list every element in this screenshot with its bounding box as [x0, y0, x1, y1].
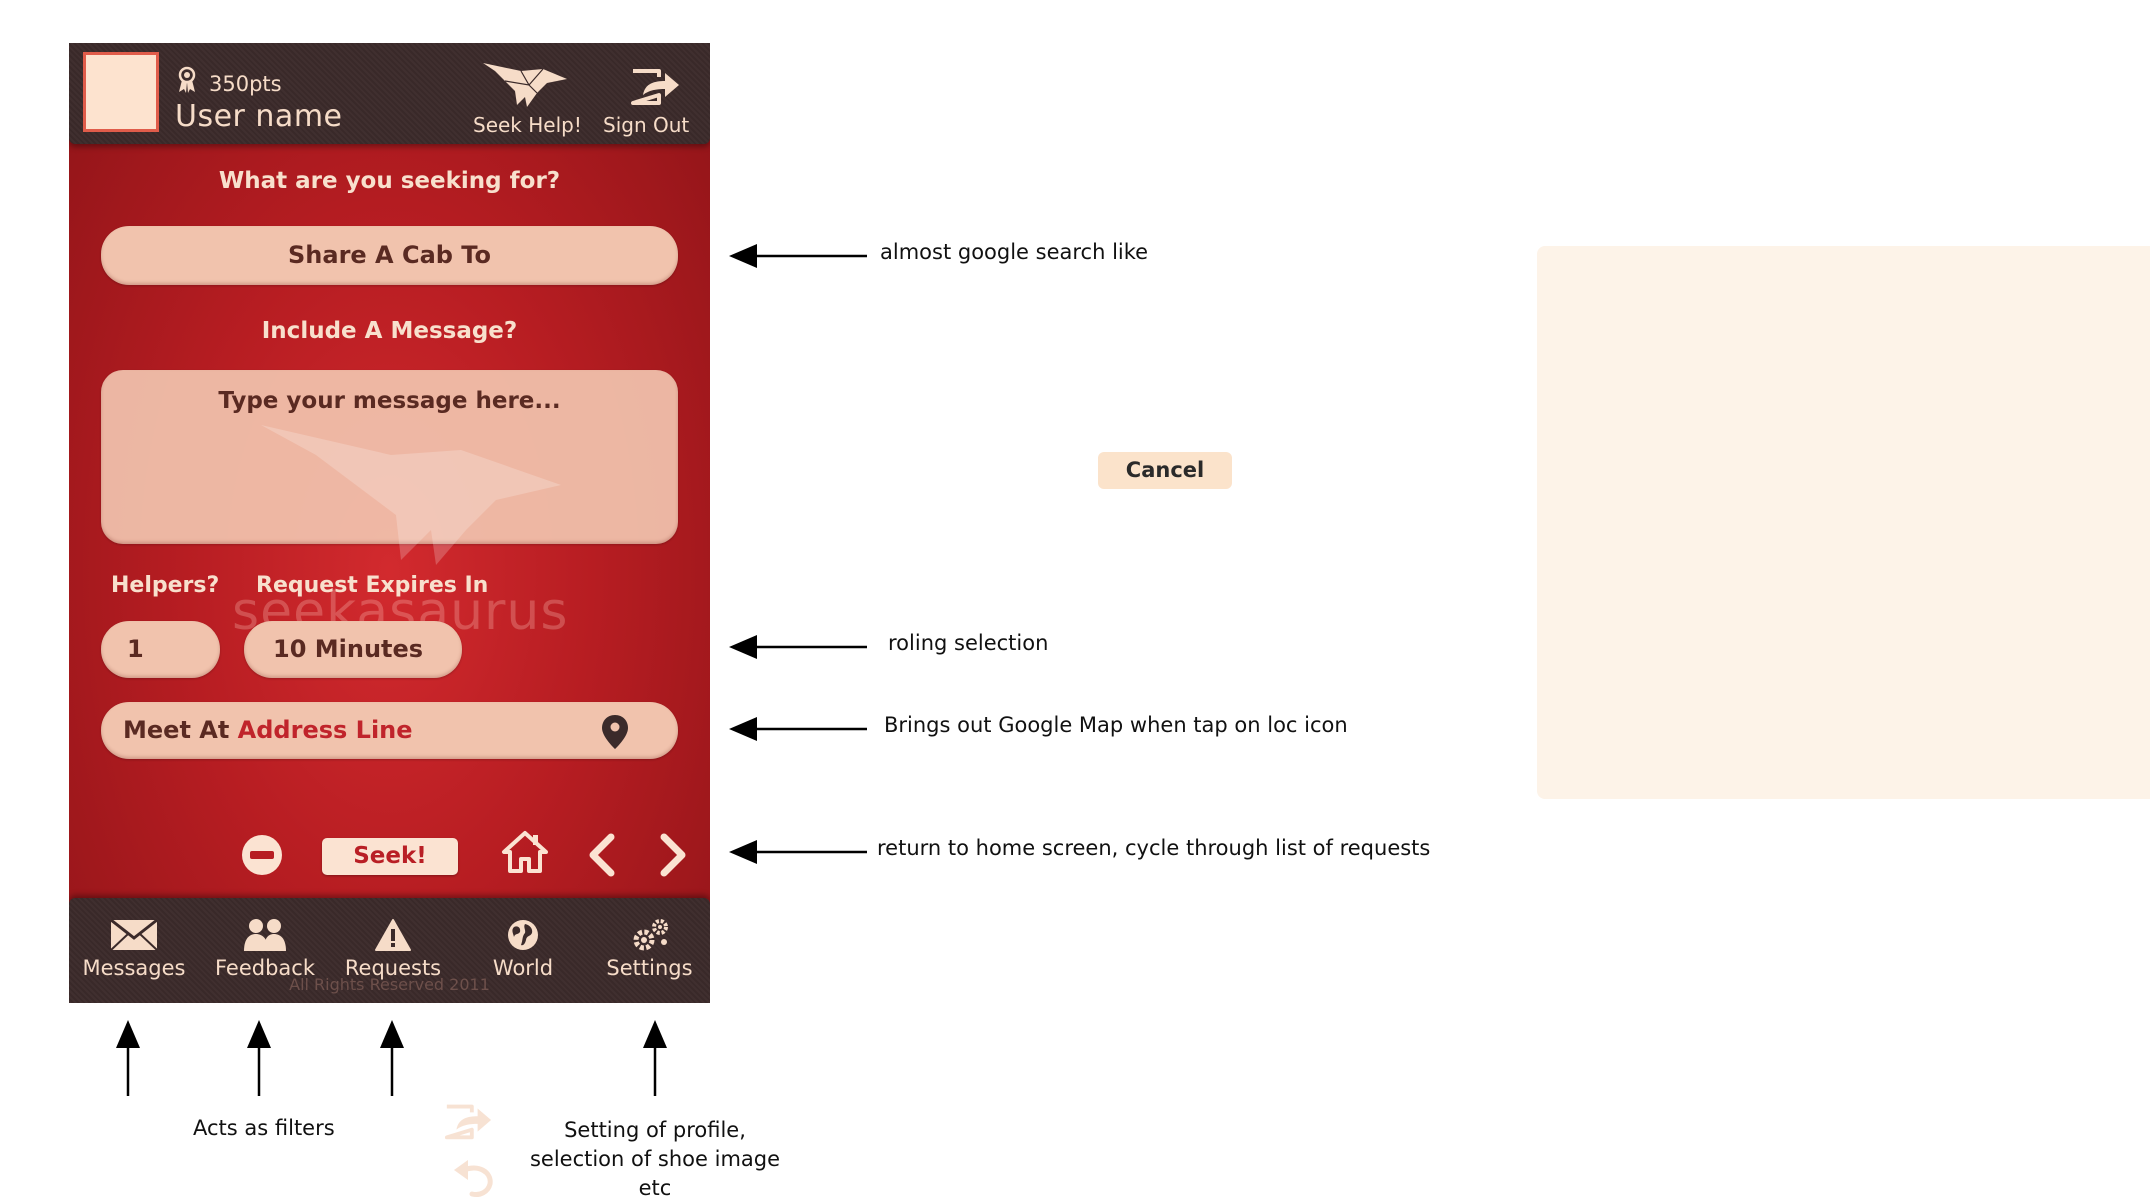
people-icon	[244, 919, 286, 951]
share-icon	[444, 1104, 492, 1140]
expires-selector[interactable]: 10 Minutes	[244, 621, 462, 678]
globe-icon	[508, 920, 538, 950]
annotation-settings-line2: selection of shoe image etc	[529, 1147, 781, 1200]
annotation-nav: return to home screen, cycle through lis…	[877, 836, 1431, 860]
annotation-map: Brings out Google Map when tap on loc ic…	[884, 713, 1348, 737]
location-pin-icon[interactable]	[601, 714, 629, 750]
copyright-text: All Rights Reserved 2011	[289, 975, 490, 994]
sign-out-icon[interactable]	[629, 65, 681, 107]
annotation-rolling: roling selection	[888, 631, 1049, 655]
meet-at-field[interactable]: Meet At Address Line	[101, 702, 678, 759]
annotation-search: almost google search like	[880, 240, 1149, 264]
watermark-bird-icon	[261, 425, 561, 565]
previous-request-icon[interactable]	[585, 832, 617, 878]
avatar[interactable]	[83, 52, 159, 132]
seek-input[interactable]: Share A Cab To	[101, 226, 678, 285]
helpers-label: Helpers?	[111, 573, 220, 598]
award-icon	[178, 66, 196, 93]
envelope-icon	[110, 918, 158, 951]
side-panel	[1537, 246, 2150, 799]
username: User name	[175, 99, 343, 134]
home-icon[interactable]	[501, 830, 549, 874]
sign-out-button[interactable]: Sign Out	[603, 113, 689, 137]
annotation-arrow-settings	[643, 1020, 667, 1096]
top-bar: 350pts User name Seek Help! Sign Out	[69, 43, 710, 144]
undo-icon	[454, 1160, 493, 1197]
cancel-button[interactable]: Cancel	[1098, 452, 1232, 489]
helpers-selector[interactable]: 1	[101, 621, 220, 678]
bottom-tab-bar: Messages Feedback Requests World Setting…	[69, 898, 710, 1003]
annotation-arrow-messages	[116, 1020, 140, 1096]
expires-label: Request Expires In	[256, 573, 489, 598]
seek-help-button[interactable]: Seek Help!	[473, 113, 582, 137]
annotation-arrow-nav	[729, 840, 867, 864]
next-request-icon[interactable]	[658, 832, 690, 878]
meet-at-prefix: Meet At	[123, 716, 230, 744]
seekasaurus-bird-icon[interactable]	[481, 57, 569, 113]
gears-icon	[633, 919, 668, 951]
annotation-arrow-requests	[380, 1020, 404, 1096]
annotation-arrow-search	[729, 244, 867, 268]
message-question-label: Include A Message?	[261, 318, 518, 344]
warning-icon	[375, 919, 411, 951]
phone-screen: seekasaurus 350pts User name Seek Help! …	[69, 43, 710, 1003]
message-textarea[interactable]: Type your message here...	[101, 370, 678, 565]
points-badge: 350pts	[209, 72, 282, 96]
annotation-arrow-rolling	[729, 635, 867, 659]
annotation-arrow-map	[729, 717, 867, 741]
annotation-arrow-feedback	[247, 1020, 271, 1096]
annotation-settings: Setting of profile, selection of shoe im…	[517, 1116, 793, 1203]
annotation-settings-line1: Setting of profile,	[564, 1118, 746, 1142]
meet-at-address: Address Line	[237, 716, 413, 744]
annotation-filters: Acts as filters	[193, 1116, 335, 1140]
seek-question-label: What are you seeking for?	[218, 168, 561, 194]
message-placeholder: Type your message here...	[218, 388, 561, 414]
seek-button[interactable]: Seek!	[322, 838, 458, 875]
remove-icon[interactable]	[241, 834, 283, 876]
